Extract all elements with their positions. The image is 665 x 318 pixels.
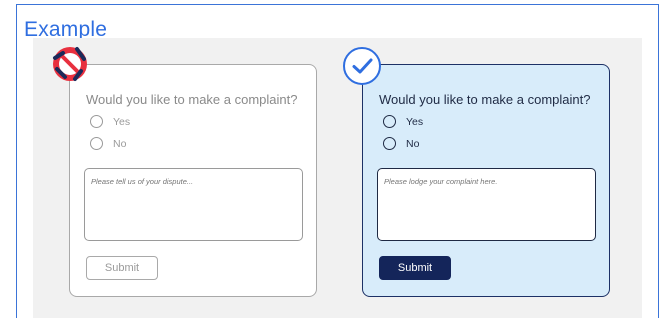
radio-button[interactable] <box>90 115 103 128</box>
good-example-card: Would you like to make a complaint? Yes … <box>362 64 610 297</box>
bad-question: Would you like to make a complaint? <box>86 92 298 107</box>
good-radio-yes[interactable]: Yes <box>383 115 423 128</box>
bad-example-card: Would you like to make a complaint? Yes … <box>69 64 317 297</box>
good-radio-no[interactable]: No <box>383 137 419 150</box>
good-question: Would you like to make a complaint? <box>379 92 591 107</box>
good-submit-button[interactable]: Submit <box>379 256 451 280</box>
bad-radio-yes[interactable]: Yes <box>90 115 130 128</box>
bad-submit-button[interactable]: Submit <box>86 256 158 280</box>
radio-label-yes: Yes <box>113 115 131 128</box>
radio-label-no: No <box>406 137 420 150</box>
radio-label-yes: Yes <box>406 115 424 128</box>
radio-label-no: No <box>113 137 127 150</box>
bad-radio-no[interactable]: No <box>90 137 126 150</box>
bad-dispute-textarea[interactable] <box>84 168 303 241</box>
checkmark-icon <box>343 47 381 85</box>
good-complaint-textarea[interactable] <box>377 168 596 241</box>
radio-button[interactable] <box>383 115 396 128</box>
radio-button[interactable] <box>383 137 396 150</box>
prohibited-icon <box>53 47 87 81</box>
radio-button[interactable] <box>90 137 103 150</box>
